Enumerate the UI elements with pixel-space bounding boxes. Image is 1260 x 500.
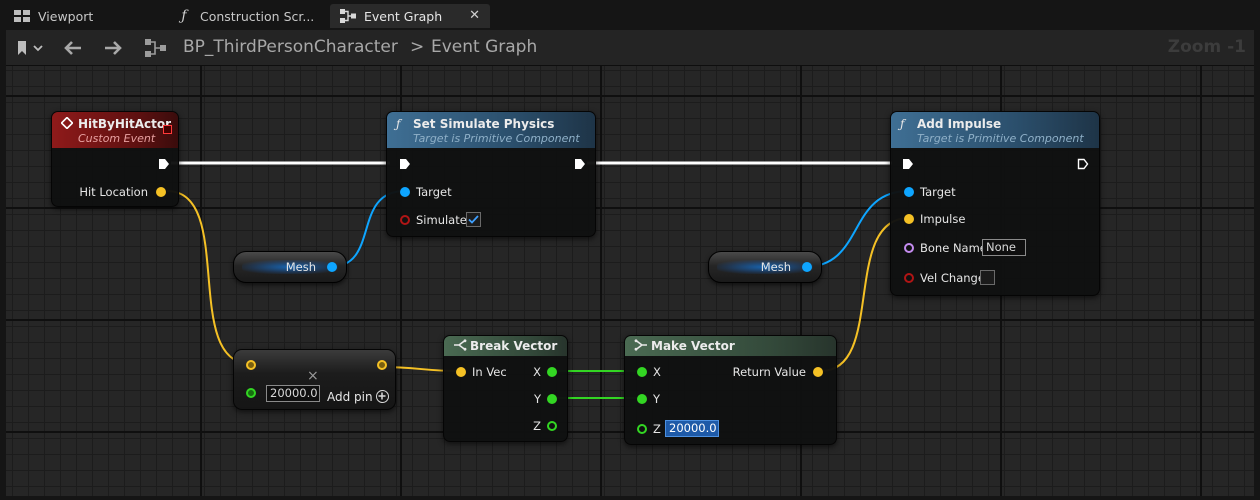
exec-in-pin[interactable] <box>399 158 411 170</box>
pin-label-y: Y <box>653 392 661 406</box>
impulse-pin[interactable] <box>904 214 914 224</box>
node-title: Break Vector <box>470 339 558 353</box>
tab-event-graph[interactable]: Event Graph ✕ <box>330 4 490 28</box>
close-icon[interactable]: ✕ <box>469 8 480 23</box>
function-icon: ƒ <box>181 8 187 24</box>
bone-name-pin[interactable] <box>904 243 914 253</box>
multiply-node[interactable]: × 20000.0 Add pin <box>233 349 396 410</box>
function-icon: ƒ <box>396 117 401 131</box>
vector-in-pin[interactable] <box>246 360 256 370</box>
graph-toolbar: BP_ThirdPersonCharacter > Event Graph Zo… <box>6 30 1254 66</box>
in-vec-pin[interactable] <box>456 367 466 377</box>
node-subtitle: Custom Event <box>78 132 156 145</box>
pin-label-target: Target <box>416 185 452 199</box>
simulate-pin[interactable] <box>400 215 410 225</box>
z-value-input[interactable]: 20000.0 <box>665 420 719 437</box>
tab-viewport[interactable]: Viewport <box>4 4 164 28</box>
x-in-pin[interactable] <box>637 367 647 377</box>
function-icon: ƒ <box>900 117 905 131</box>
add-impulse-node[interactable]: ƒ Add Impulse Target is Primitive Compon… <box>890 111 1100 296</box>
checkmark-icon <box>468 215 479 224</box>
target-pin[interactable] <box>904 187 914 197</box>
viewport-icon <box>14 8 30 24</box>
pin-label-return-value: Return Value <box>732 365 806 379</box>
target-pin[interactable] <box>400 187 410 197</box>
pin-label-y: Y <box>533 392 541 406</box>
y-in-pin[interactable] <box>637 394 647 404</box>
event-graph-canvas[interactable]: HitByHitActor Custom Event Hit Location … <box>6 66 1254 496</box>
node-title: Add Impulse <box>917 117 1002 131</box>
pin-label-hit-location: Hit Location <box>79 185 148 199</box>
node-title: HitByHitActor <box>78 117 172 131</box>
breadcrumb-graph[interactable]: Event Graph <box>431 37 537 57</box>
arrow-right-icon <box>105 41 122 55</box>
node-title: Make Vector <box>651 339 735 353</box>
pin-label-z: Z <box>653 422 661 436</box>
vector-out-pin[interactable] <box>377 360 387 370</box>
pin-label-vel-change: Vel Change <box>920 271 985 285</box>
variable-label: Mesh <box>760 260 791 274</box>
custom-event-node[interactable]: HitByHitActor Custom Event Hit Location <box>51 111 179 207</box>
vel-change-pin[interactable] <box>904 273 914 283</box>
mesh-variable-node[interactable]: Mesh <box>233 251 347 283</box>
graph-icon <box>340 8 356 24</box>
node-subtitle: Target is Primitive Component <box>917 132 1084 145</box>
zoom-level: Zoom -1 <box>1167 37 1246 57</box>
forward-button[interactable] <box>102 38 124 58</box>
add-pin-label[interactable]: Add pin <box>327 390 373 404</box>
tab-bar: Viewport ƒ Construction Scr... Event Gra… <box>0 0 1260 30</box>
add-pin-icon[interactable] <box>376 390 389 403</box>
graph-icon <box>144 38 168 58</box>
pin-label-target: Target <box>920 185 956 199</box>
tab-label: Construction Scr... <box>200 8 315 24</box>
pin-label-x: X <box>533 365 541 379</box>
mesh-out-pin[interactable] <box>327 262 337 272</box>
make-icon <box>634 339 648 354</box>
bookmark-dropdown-button[interactable] <box>14 39 46 57</box>
z-in-pin[interactable] <box>637 424 647 434</box>
y-out-pin[interactable] <box>547 394 557 404</box>
tab-label: Viewport <box>38 8 94 24</box>
make-vector-node[interactable]: Make Vector X Y Z 20000.0 Return Value <box>624 335 837 445</box>
vel-change-checkbox[interactable] <box>980 270 995 285</box>
break-icon <box>453 339 467 354</box>
exec-out-pin[interactable] <box>158 158 170 170</box>
pin-label-bone-name: Bone Name <box>920 241 987 255</box>
pin-label-simulate: Simulate <box>416 213 467 227</box>
pin-label-z: Z <box>533 419 541 433</box>
replicate-indicator-icon <box>163 125 172 134</box>
breadcrumb-separator: > <box>410 37 425 57</box>
bookmark-icon <box>18 41 43 55</box>
node-title: Set Simulate Physics <box>413 117 555 131</box>
exec-out-pin[interactable] <box>1077 158 1089 170</box>
bone-name-input[interactable]: None <box>982 239 1026 256</box>
x-out-pin[interactable] <box>547 367 557 377</box>
variable-label: Mesh <box>285 260 316 274</box>
simulate-checkbox[interactable] <box>466 212 481 227</box>
break-vector-node[interactable]: Break Vector In Vec X Y Z <box>443 335 568 442</box>
multiply-icon: × <box>307 368 319 384</box>
tab-construction-script[interactable]: ƒ Construction Scr... <box>166 4 326 28</box>
tab-label: Event Graph <box>364 8 443 24</box>
event-diamond-icon <box>60 116 74 132</box>
back-button[interactable] <box>62 38 84 58</box>
mesh-out-pin[interactable] <box>802 262 812 272</box>
pin-label-in-vec: In Vec <box>472 365 507 379</box>
set-simulate-physics-node[interactable]: ƒ Set Simulate Physics Target is Primiti… <box>386 111 596 237</box>
return-value-pin[interactable] <box>813 367 823 377</box>
pin-label-x: X <box>653 365 661 379</box>
exec-in-pin[interactable] <box>902 158 914 170</box>
z-out-pin[interactable] <box>547 421 557 431</box>
exec-out-pin[interactable] <box>574 158 586 170</box>
mesh-variable-node[interactable]: Mesh <box>708 251 822 283</box>
pin-label-impulse: Impulse <box>920 212 966 226</box>
vector-out-pin[interactable] <box>156 187 166 197</box>
arrow-left-icon <box>64 41 81 55</box>
breadcrumb-blueprint[interactable]: BP_ThirdPersonCharacter <box>183 37 398 57</box>
float-in-pin[interactable] <box>246 388 256 398</box>
node-subtitle: Target is Primitive Component <box>413 132 580 145</box>
multiplier-input[interactable]: 20000.0 <box>266 385 320 402</box>
